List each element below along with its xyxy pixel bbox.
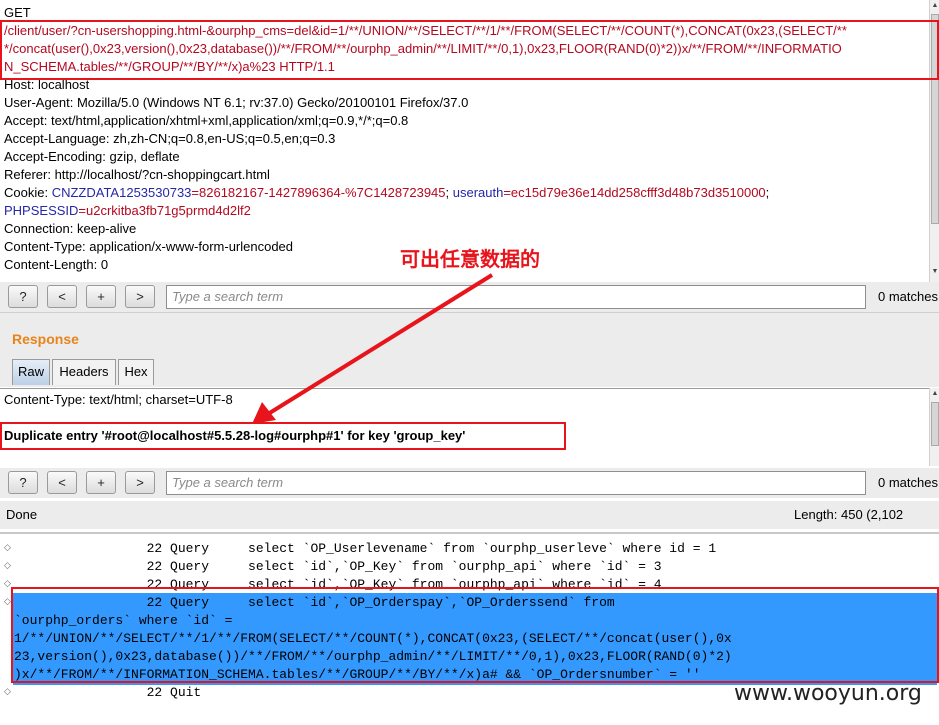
annotation-label: 可出任意数据的 [400, 249, 540, 271]
watermark: www.wooyun.org [734, 681, 922, 706]
annotation-arrow-icon [252, 273, 494, 424]
